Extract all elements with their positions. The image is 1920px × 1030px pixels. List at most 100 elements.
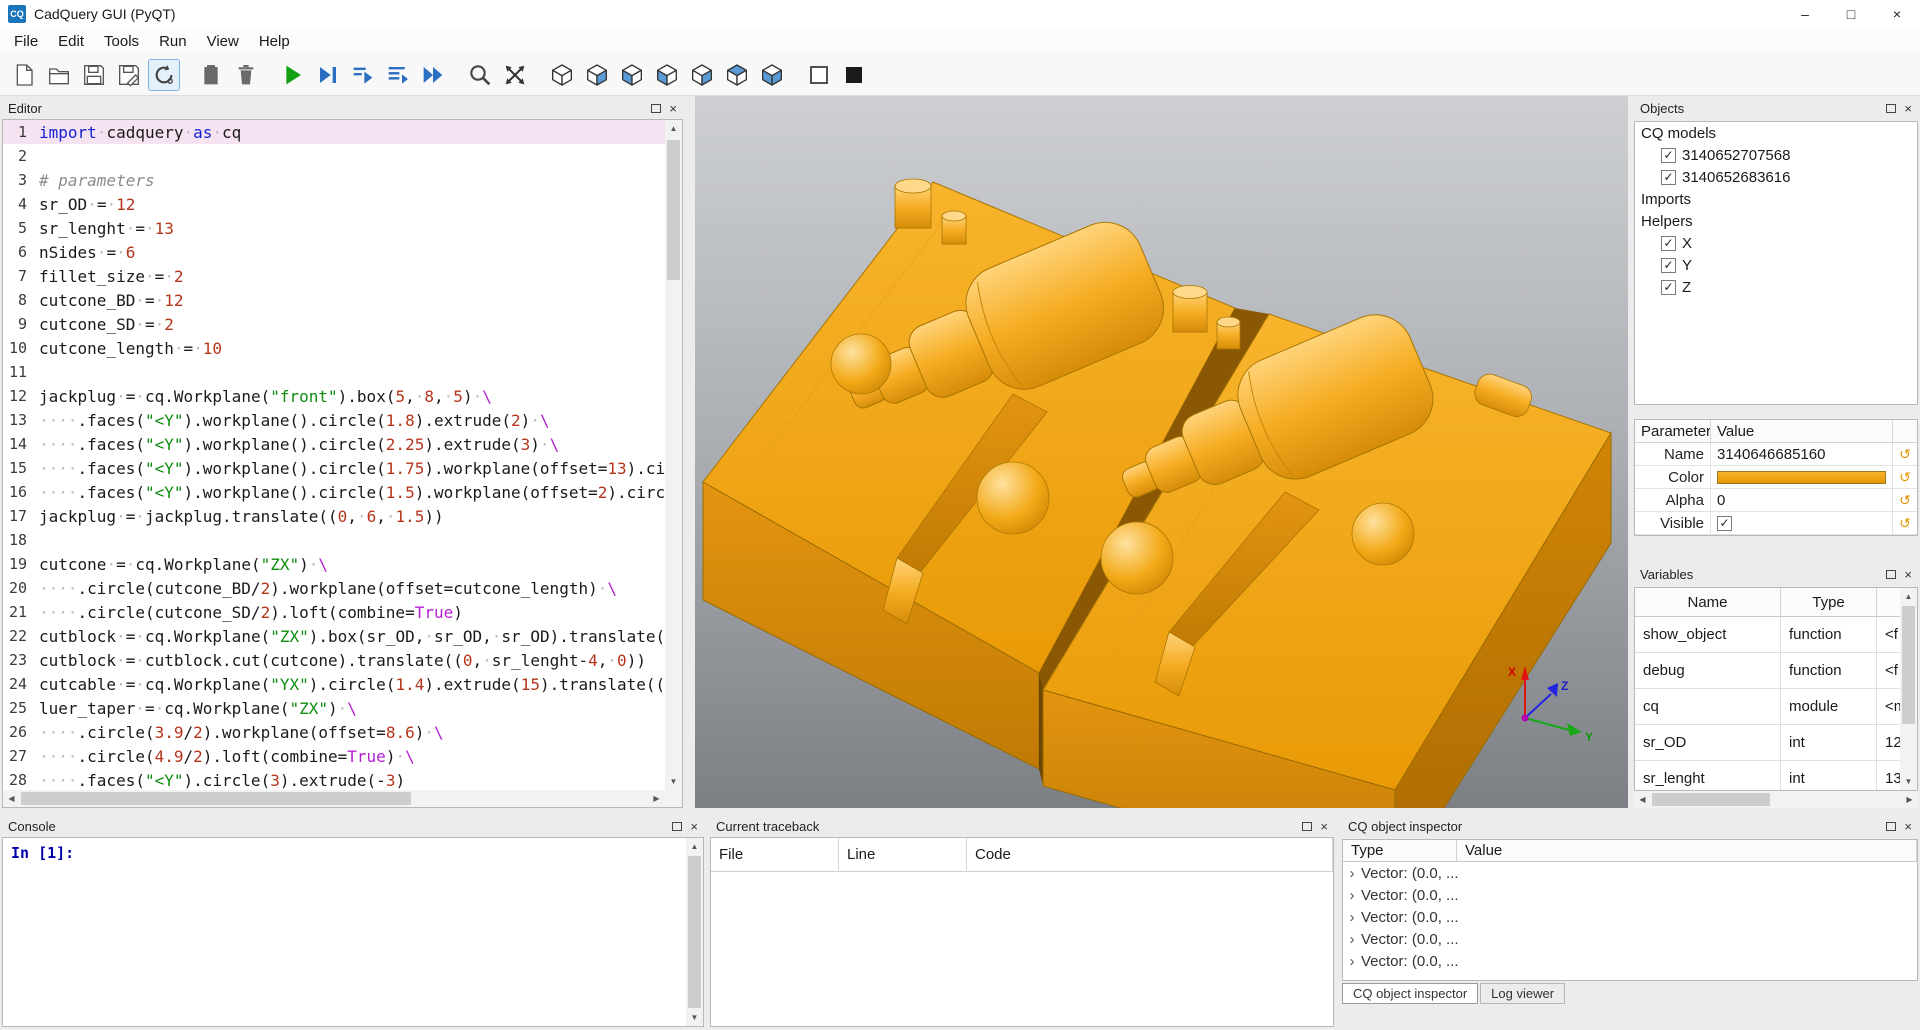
objects-tree-item[interactable]: ✓Y bbox=[1635, 254, 1917, 276]
delete-button[interactable] bbox=[230, 59, 262, 91]
maximize-button[interactable]: □ bbox=[1828, 0, 1874, 28]
menu-view[interactable]: View bbox=[197, 33, 249, 50]
close-panel-button[interactable]: × bbox=[1904, 568, 1912, 581]
variables-horizontal-scrollbar[interactable]: ◀ ▶ bbox=[1634, 791, 1918, 808]
debug-button[interactable] bbox=[312, 59, 344, 91]
close-panel-button[interactable]: × bbox=[1320, 820, 1328, 833]
float-panel-button[interactable] bbox=[672, 822, 682, 831]
view-back-button[interactable] bbox=[616, 59, 648, 91]
expand-chevron-icon[interactable]: › bbox=[1343, 931, 1361, 948]
scroll-up-arrow[interactable]: ▲ bbox=[665, 120, 682, 137]
view-right-button[interactable] bbox=[686, 59, 718, 91]
view-iso-button[interactable] bbox=[546, 59, 578, 91]
zoom-button[interactable] bbox=[464, 59, 496, 91]
tab-log-viewer[interactable]: Log viewer bbox=[1480, 983, 1565, 1004]
autoreload-toggle[interactable] bbox=[148, 59, 180, 91]
column-header[interactable]: Parameter bbox=[1635, 420, 1711, 443]
continue-button[interactable] bbox=[417, 59, 449, 91]
close-panel-button[interactable]: × bbox=[1904, 820, 1912, 833]
checkbox[interactable]: ✓ bbox=[1661, 280, 1676, 295]
render-button[interactable] bbox=[277, 59, 309, 91]
scrollbar-thumb[interactable] bbox=[667, 140, 680, 280]
editor-horizontal-scrollbar[interactable]: ◀ ▶ bbox=[3, 790, 665, 807]
console-body[interactable]: In [1]: ▲ ▼ bbox=[2, 837, 704, 1027]
menu-tools[interactable]: Tools bbox=[94, 33, 149, 50]
checkbox[interactable]: ✓ bbox=[1661, 236, 1676, 251]
code-lines[interactable]: 1import·cadquery·as·cq23# parameters4sr_… bbox=[3, 120, 665, 790]
scrollbar-thumb[interactable] bbox=[1902, 606, 1915, 724]
variable-row[interactable]: sr_lenghtint13 bbox=[1635, 761, 1917, 791]
save-button[interactable] bbox=[78, 59, 110, 91]
scroll-right-arrow[interactable]: ▶ bbox=[648, 790, 665, 807]
objects-tree-item[interactable]: CQ models bbox=[1635, 122, 1917, 144]
inspector-row[interactable]: ›Vector: (0.0, ... bbox=[1343, 906, 1917, 928]
objects-tree-item[interactable]: Imports bbox=[1635, 188, 1917, 210]
shaded-button[interactable] bbox=[838, 59, 870, 91]
objects-tree-item[interactable]: Helpers bbox=[1635, 210, 1917, 232]
objects-tree-item[interactable]: ✓Z bbox=[1635, 276, 1917, 298]
expand-chevron-icon[interactable]: › bbox=[1343, 865, 1361, 882]
properties-table[interactable]: ParameterValueName3140646685160↺Color↺Al… bbox=[1634, 419, 1918, 536]
scroll-down-arrow[interactable]: ▼ bbox=[1900, 773, 1917, 790]
variables-table[interactable]: NameTypeshow_objectfunction<fdebugfuncti… bbox=[1635, 588, 1917, 791]
variable-row[interactable]: debugfunction<f bbox=[1635, 653, 1917, 689]
inspector-row[interactable]: ›Vector: (0.0, ... bbox=[1343, 928, 1917, 950]
view-front-button[interactable] bbox=[581, 59, 613, 91]
column-header[interactable]: Type bbox=[1343, 840, 1457, 862]
editor-vertical-scrollbar[interactable]: ▲ ▼ bbox=[665, 120, 682, 790]
scroll-up-arrow[interactable]: ▲ bbox=[1900, 588, 1917, 605]
scroll-right-arrow[interactable]: ▶ bbox=[1901, 791, 1918, 808]
float-panel-button[interactable] bbox=[1886, 104, 1896, 113]
column-header[interactable]: Type bbox=[1781, 588, 1877, 617]
inspector-row[interactable]: ›Vector: (0.0, ... bbox=[1343, 862, 1917, 884]
menu-help[interactable]: Help bbox=[249, 33, 300, 50]
column-header[interactable]: Value bbox=[1711, 420, 1893, 443]
tab-cq-object-inspector[interactable]: CQ object inspector bbox=[1342, 983, 1478, 1004]
view-bottom-button[interactable] bbox=[756, 59, 788, 91]
menu-run[interactable]: Run bbox=[149, 33, 197, 50]
checkbox[interactable]: ✓ bbox=[1661, 258, 1676, 273]
objects-tree-item[interactable]: ✓X bbox=[1635, 232, 1917, 254]
checkbox[interactable]: ✓ bbox=[1661, 148, 1676, 163]
property-value[interactable]: 0 bbox=[1711, 489, 1893, 512]
property-value[interactable]: ✓ bbox=[1711, 512, 1893, 535]
float-panel-button[interactable] bbox=[1886, 570, 1896, 579]
step-button[interactable] bbox=[347, 59, 379, 91]
checkbox[interactable]: ✓ bbox=[1661, 170, 1676, 185]
color-swatch[interactable] bbox=[1717, 471, 1886, 484]
expand-chevron-icon[interactable]: › bbox=[1343, 909, 1361, 926]
inspector-table[interactable]: TypeValue ›Vector: (0.0, ...›Vector: (0.… bbox=[1342, 839, 1918, 981]
close-panel-button[interactable]: × bbox=[1904, 102, 1912, 115]
inspector-row[interactable]: ›Vector: (0.0, ... bbox=[1343, 884, 1917, 906]
save-as-button[interactable] bbox=[113, 59, 145, 91]
float-panel-button[interactable] bbox=[651, 104, 661, 113]
view-top-button[interactable] bbox=[721, 59, 753, 91]
scroll-up-arrow[interactable]: ▲ bbox=[686, 838, 703, 855]
variables-vertical-scrollbar[interactable]: ▲ ▼ bbox=[1900, 588, 1917, 790]
console-vertical-scrollbar[interactable]: ▲ ▼ bbox=[686, 838, 703, 1026]
new-file-button[interactable] bbox=[8, 59, 40, 91]
objects-tree-item[interactable]: ✓3140652707568 bbox=[1635, 144, 1917, 166]
inspector-row[interactable]: ›Vector: (0.0, ... bbox=[1343, 950, 1917, 972]
copy-to-clipboard-button[interactable] bbox=[195, 59, 227, 91]
close-panel-button[interactable]: × bbox=[669, 102, 677, 115]
scroll-left-arrow[interactable]: ◀ bbox=[1634, 791, 1651, 808]
expand-chevron-icon[interactable]: › bbox=[1343, 953, 1361, 970]
reset-button[interactable]: ↺ bbox=[1893, 512, 1917, 535]
float-panel-button[interactable] bbox=[1886, 822, 1896, 831]
scrollbar-thumb[interactable] bbox=[688, 856, 701, 1008]
reset-button[interactable]: ↺ bbox=[1893, 466, 1917, 489]
wireframe-button[interactable] bbox=[803, 59, 835, 91]
reset-button[interactable]: ↺ bbox=[1893, 489, 1917, 512]
menu-file[interactable]: File bbox=[4, 33, 48, 50]
variable-row[interactable]: show_objectfunction<f bbox=[1635, 617, 1917, 653]
expand-chevron-icon[interactable]: › bbox=[1343, 887, 1361, 904]
open-file-button[interactable] bbox=[43, 59, 75, 91]
minimize-button[interactable]: – bbox=[1782, 0, 1828, 28]
variable-row[interactable]: sr_ODint12 bbox=[1635, 725, 1917, 761]
column-header[interactable]: Line bbox=[839, 838, 967, 872]
scroll-left-arrow[interactable]: ◀ bbox=[3, 790, 20, 807]
view-left-button[interactable] bbox=[651, 59, 683, 91]
checkbox[interactable]: ✓ bbox=[1717, 516, 1732, 531]
step-in-button[interactable] bbox=[382, 59, 414, 91]
